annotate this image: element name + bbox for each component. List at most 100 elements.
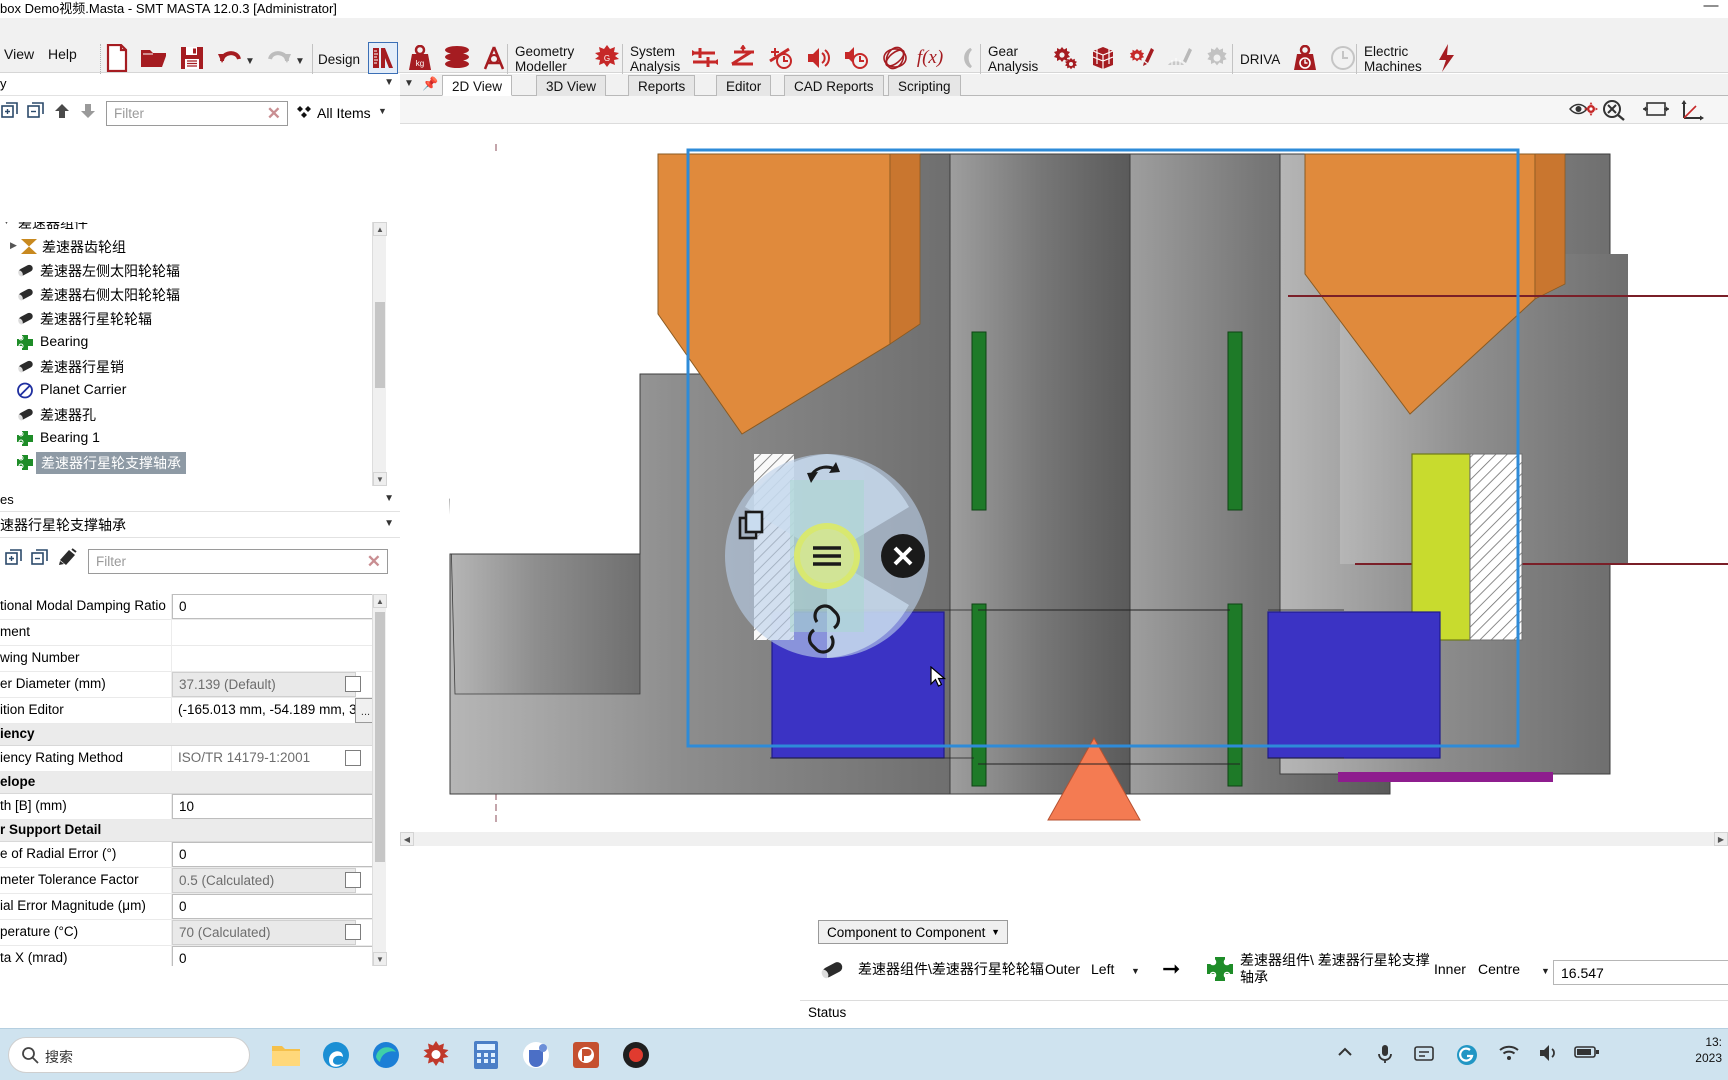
property-row[interactable]: meter Tolerance Factor 0.5 (Calculated)	[0, 868, 386, 894]
scrollbar-thumb[interactable]	[375, 612, 385, 862]
scroll-up-icon[interactable]: ▲	[373, 222, 387, 236]
property-row[interactable]: tional Modal Damping Ratio 0	[0, 594, 386, 620]
sound-icon[interactable]	[802, 40, 836, 76]
property-value-field[interactable]	[172, 620, 376, 645]
gear-cutter-icon[interactable]	[1124, 40, 1158, 76]
tree-row[interactable]: 差速器孔	[0, 402, 386, 426]
clear-filter-icon[interactable]: ✕	[267, 104, 281, 124]
chevron-down-icon[interactable]: ▼	[1131, 966, 1140, 976]
menu-help[interactable]: Help	[48, 46, 77, 62]
driva-mass-icon[interactable]	[1288, 40, 1322, 76]
tree-row[interactable]: 差速器左侧太阳轮轮辐	[0, 258, 386, 282]
system-analysis-label[interactable]: System Analysis	[630, 44, 680, 74]
structure-icon[interactable]	[477, 40, 511, 76]
file-explorer-icon[interactable]	[266, 1035, 306, 1075]
masta-icon[interactable]	[416, 1035, 456, 1075]
tab-2d-view[interactable]: 2D View	[442, 75, 513, 96]
property-row[interactable]: e of Radial Error (°) 0	[0, 842, 386, 868]
canvas-hscrollbar[interactable]: ◀ ▶	[400, 832, 1728, 846]
volume-icon[interactable]	[1538, 1044, 1560, 1065]
gear-analysis-label[interactable]: Gear Analysis	[988, 44, 1038, 74]
property-override-checkbox[interactable]	[345, 872, 361, 888]
scroll-left-icon[interactable]: ◀	[400, 832, 414, 846]
offset-value-input[interactable]: 16.547	[1553, 960, 1728, 985]
redo-dropdown-icon[interactable]: ▼	[295, 56, 305, 67]
mass-icon[interactable]: kg	[403, 40, 437, 76]
property-value-field[interactable]: 70 (Calculated)	[172, 920, 356, 945]
edge-icon[interactable]	[366, 1035, 406, 1075]
electric-machines-label[interactable]: Electric Machines	[1364, 44, 1422, 74]
tree-row[interactable]: 差速器行星轮轮辐	[0, 306, 386, 330]
property-value-field[interactable]: 0	[172, 946, 376, 966]
scroll-down-icon[interactable]: ▼	[373, 472, 387, 486]
properties-grid[interactable]: tional Modal Damping Ratio 0 ment wing N…	[0, 594, 400, 966]
property-row[interactable]: er Diameter (mm) 37.139 (Default)	[0, 672, 386, 698]
property-override-checkbox[interactable]	[345, 750, 361, 766]
fit-width-icon[interactable]	[1642, 99, 1669, 121]
axes-icon[interactable]	[1680, 99, 1704, 121]
tree-row[interactable]: Planet Carrier	[0, 378, 386, 402]
expand-rows-icon[interactable]	[4, 548, 26, 570]
property-row[interactable]: ial Error Magnitude (μm) 0	[0, 894, 386, 920]
scroll-up-icon[interactable]: ▲	[373, 594, 387, 608]
edge-legacy-icon[interactable]	[316, 1035, 356, 1075]
taskbar-clock[interactable]: 13: 2023	[1695, 1034, 1722, 1066]
ime-icon[interactable]	[1414, 1044, 1434, 1065]
chevron-down-icon[interactable]: ▼	[384, 518, 394, 529]
duty-cycle-icon[interactable]	[764, 40, 798, 76]
undo-icon[interactable]	[213, 40, 247, 76]
geometry-modeller-label[interactable]: Geometry Modeller	[515, 44, 574, 74]
property-override-checkbox[interactable]	[345, 924, 361, 940]
assembly-tree[interactable]: ▼ 差速器组件 ▶ 差速器齿轮组 差速器左侧太阳轮轮辐	[0, 222, 400, 486]
property-row[interactable]: wing Number	[0, 646, 386, 672]
2d-view-canvas[interactable]: ◀ ▶	[400, 124, 1728, 846]
properties-scrollbar[interactable]: ▲ ▼	[372, 594, 387, 966]
property-row[interactable]: ition Editor (-165.013 mm, -54.189 mm, 3…	[0, 698, 386, 724]
menu-view[interactable]: View	[4, 46, 34, 62]
modal-icon[interactable]	[878, 40, 912, 76]
property-row[interactable]: ta X (mrad) 0	[0, 946, 386, 966]
tree-row[interactable]: Bearing	[0, 330, 386, 354]
chevron-down-icon[interactable]: ▼	[384, 493, 394, 504]
collapse-all-icon[interactable]	[26, 101, 48, 123]
property-row[interactable]: ment	[0, 620, 386, 646]
tab-cad-reports[interactable]: CAD Reports	[784, 75, 884, 96]
ratio-icon[interactable]	[688, 40, 722, 76]
scroll-down-icon[interactable]: ▼	[373, 952, 387, 966]
connection-left-side[interactable]: Left	[1091, 961, 1114, 977]
pin-icon[interactable]: 📌	[422, 76, 438, 92]
scroll-right-icon[interactable]: ▶	[1714, 832, 1728, 846]
eye-settings-icon[interactable]	[1568, 99, 1598, 121]
highlighter-icon[interactable]	[56, 548, 78, 570]
battery-icon[interactable]	[1574, 1044, 1600, 1063]
teams-icon[interactable]	[516, 1035, 556, 1075]
gear-settings-icon[interactable]: G	[590, 40, 624, 76]
tree-row[interactable]: ▶ 差速器齿轮组	[0, 234, 386, 258]
tree-row[interactable]: ▼ 差速器组件	[0, 222, 386, 234]
move-down-icon[interactable]	[78, 101, 100, 123]
clear-filter-icon[interactable]: ✕	[367, 552, 381, 572]
redo-icon[interactable]	[262, 40, 296, 76]
tree-row[interactable]: 差速器行星销	[0, 354, 386, 378]
tree-row[interactable]: Bearing 1	[0, 426, 386, 450]
chevron-down-icon[interactable]: ▼	[991, 921, 1000, 944]
driva-label[interactable]: DRIVA	[1240, 52, 1280, 67]
property-value-field[interactable]: 0	[172, 842, 376, 867]
recorder-icon[interactable]	[616, 1035, 656, 1075]
tab-editor[interactable]: Editor	[716, 75, 772, 96]
tree-scrollbar[interactable]: ▲ ▼	[372, 222, 387, 486]
property-row[interactable]: th [B] (mm) 10	[0, 794, 386, 820]
properties-filter-input[interactable]: Filter ✕	[88, 549, 388, 574]
property-value-field[interactable]: 0.5 (Calculated)	[172, 868, 356, 893]
expand-all-icon[interactable]	[0, 101, 22, 123]
powerpoint-icon[interactable]	[566, 1035, 606, 1075]
all-items-label[interactable]: All Items	[317, 105, 371, 121]
property-value-field[interactable]: (-165.013 mm, -54.189 mm, 3	[172, 698, 360, 723]
all-items-dropdown-icon[interactable]: ▼	[378, 106, 387, 116]
micro-geometry-icon[interactable]	[1086, 40, 1120, 76]
gear-mesh-icon[interactable]	[1200, 40, 1234, 76]
database-icon[interactable]	[440, 40, 474, 76]
property-value-field[interactable]: 37.139 (Default)	[172, 672, 356, 697]
move-up-icon[interactable]	[52, 101, 74, 123]
scrollbar-thumb[interactable]	[375, 302, 385, 388]
